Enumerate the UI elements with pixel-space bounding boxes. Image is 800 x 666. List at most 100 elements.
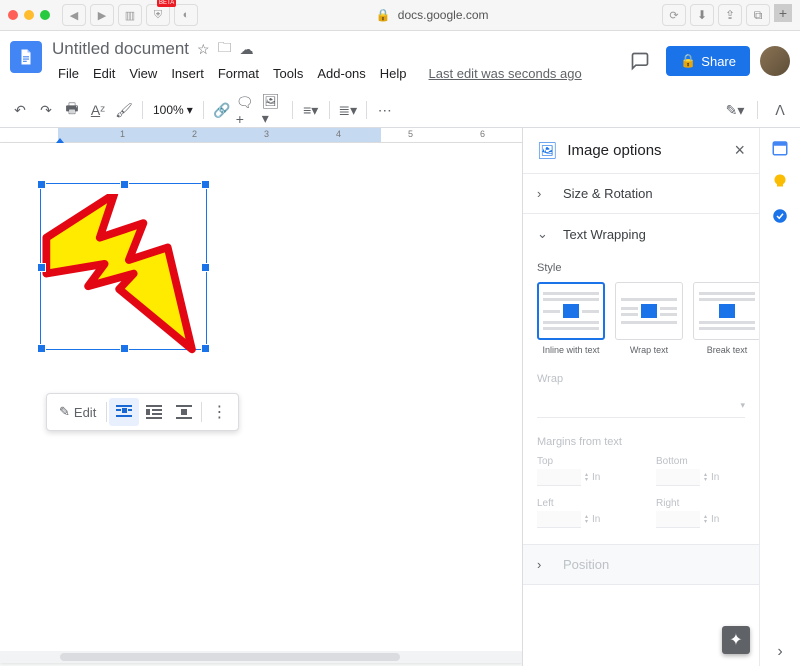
docs-logo-icon — [17, 46, 35, 68]
shield-button[interactable]: ⛨ BETA — [146, 4, 170, 26]
line-spacing-button[interactable]: ≣▾ — [336, 98, 360, 122]
move-icon[interactable]: 🗀 — [218, 37, 232, 61]
more-toolbar-button[interactable]: ⋯ — [373, 98, 397, 122]
margin-left-input — [537, 511, 581, 528]
reload-button[interactable]: ⟳ — [662, 4, 686, 26]
cloud-status-icon[interactable]: ☁ — [240, 41, 254, 58]
selected-image-frame[interactable] — [40, 183, 207, 350]
chevron-right-icon: › — [537, 557, 553, 572]
wrap-label: Wrap — [537, 373, 745, 385]
undo-button[interactable]: ↶ — [8, 98, 32, 122]
margins-row-2: Left ▴▾In Right ▴▾In — [537, 498, 745, 528]
separator — [142, 101, 143, 119]
chevron-down-icon: ▾ — [187, 103, 193, 117]
close-window-button[interactable] — [8, 10, 18, 20]
document-title[interactable]: Untitled document — [52, 39, 189, 59]
horizontal-scrollbar[interactable] — [60, 653, 400, 661]
margin-bottom-input — [656, 469, 700, 486]
style-wrap-option[interactable]: Wrap text — [615, 282, 683, 355]
docs-logo[interactable] — [10, 41, 42, 73]
explore-button[interactable]: ✦ — [722, 626, 750, 654]
lightning-bolt-image[interactable] — [39, 194, 209, 359]
break-thumb — [693, 282, 761, 340]
panel-title: Image options — [567, 142, 734, 159]
resize-handle-sw[interactable] — [37, 344, 46, 353]
style-break-option[interactable]: Break text — [693, 282, 761, 355]
menu-edit[interactable]: Edit — [87, 63, 121, 84]
unit-label: In — [711, 514, 719, 525]
break-text-button[interactable] — [169, 398, 199, 426]
print-button[interactable]: 🖶 — [60, 98, 84, 122]
contrast-button[interactable]: ◐ — [174, 4, 198, 26]
share-browser-button[interactable]: ⇪ — [718, 4, 742, 26]
app-body: 1 2 3 4 5 6 ✎ — [0, 128, 800, 666]
panel-close-button[interactable]: × — [734, 140, 745, 161]
sidebar-toggle-button[interactable]: ▥ — [118, 4, 142, 26]
browser-right-icons: ⬇ ⇪ ⧉ + — [690, 4, 792, 26]
nav-forward-button[interactable]: ▶ — [90, 4, 114, 26]
resize-handle-n[interactable] — [120, 180, 129, 189]
menu-view[interactable]: View — [123, 63, 163, 84]
ruler-tick: 1 — [120, 129, 125, 139]
section-toggle-size[interactable]: › Size & Rotation — [523, 174, 759, 213]
edit-image-button[interactable]: ✎ Edit — [51, 404, 104, 420]
image-more-button[interactable]: ⋮ — [204, 398, 234, 426]
address-bar[interactable]: 🔒 docs.google.com — [202, 8, 662, 22]
star-icon[interactable]: ☆ — [197, 41, 210, 58]
last-edit-link[interactable]: Last edit was seconds ago — [423, 63, 588, 84]
menu-tools[interactable]: Tools — [267, 63, 309, 84]
redo-button[interactable]: ↷ — [34, 98, 58, 122]
spellcheck-button[interactable]: Aᶻ — [86, 98, 110, 122]
zoom-dropdown[interactable]: 100%▾ — [149, 103, 197, 117]
menu-file[interactable]: File — [52, 63, 85, 84]
new-tab-button[interactable]: + — [774, 4, 792, 22]
margin-top-input — [537, 469, 581, 486]
link-button[interactable]: 🔗 — [210, 98, 234, 122]
separator — [329, 101, 330, 119]
menu-format[interactable]: Format — [212, 63, 265, 84]
menu-help[interactable]: Help — [374, 63, 413, 84]
title-area: Untitled document ☆ 🗀 ☁ File Edit View I… — [52, 37, 624, 84]
account-avatar[interactable] — [760, 46, 790, 76]
separator — [201, 402, 202, 422]
section-label: Position — [563, 557, 609, 572]
style-label: Style — [537, 262, 745, 274]
resize-handle-e[interactable] — [201, 263, 210, 272]
app-header: Untitled document ☆ 🗀 ☁ File Edit View I… — [0, 31, 800, 93]
menu-addons[interactable]: Add-ons — [311, 63, 371, 84]
wrap-style-options: Inline with text Wrap text — [537, 282, 745, 355]
comments-button[interactable] — [624, 45, 656, 77]
horizontal-ruler[interactable]: 1 2 3 4 5 6 — [0, 128, 522, 143]
keep-addon-button[interactable] — [770, 172, 790, 192]
maximize-window-button[interactable] — [40, 10, 50, 20]
resize-handle-nw[interactable] — [37, 180, 46, 189]
minimize-window-button[interactable] — [24, 10, 34, 20]
tabs-button[interactable]: ⧉ — [746, 4, 770, 26]
insert-image-button[interactable]: 🖼▾ — [262, 98, 286, 122]
resize-handle-se[interactable] — [201, 344, 210, 353]
stepper-icon: ▴▾ — [704, 473, 707, 483]
download-button[interactable]: ⬇ — [690, 4, 714, 26]
resize-handle-s[interactable] — [120, 344, 129, 353]
document-canvas[interactable]: ✎ Edit ⋮ — [0, 143, 522, 663]
style-inline-option[interactable]: Inline with text — [537, 282, 605, 355]
wrap-text-button[interactable] — [139, 398, 169, 426]
margin-right-label: Right — [656, 498, 745, 509]
resize-handle-w[interactable] — [37, 263, 46, 272]
align-button[interactable]: ≡▾ — [299, 98, 323, 122]
inline-text-button[interactable] — [109, 398, 139, 426]
add-comment-button[interactable]: 🗨+ — [236, 98, 260, 122]
paint-format-button[interactable]: 🖌 — [112, 98, 136, 122]
share-button[interactable]: 🔒 Share — [666, 46, 750, 76]
nav-back-button[interactable]: ◀ — [62, 4, 86, 26]
editing-mode-button[interactable]: ✎▾ — [723, 98, 747, 122]
wrap-dropdown: ▾ — [537, 393, 745, 418]
collapse-toolbar-button[interactable]: ᐱ — [768, 98, 792, 122]
image-context-toolbar: ✎ Edit ⋮ — [46, 393, 239, 431]
calendar-addon-button[interactable] — [770, 138, 790, 158]
tasks-addon-button[interactable] — [770, 206, 790, 226]
resize-handle-ne[interactable] — [201, 180, 210, 189]
section-toggle-wrap[interactable]: ⌄ Text Wrapping — [523, 214, 759, 254]
menu-insert[interactable]: Insert — [165, 63, 210, 84]
hide-siderail-button[interactable]: › — [770, 642, 790, 662]
